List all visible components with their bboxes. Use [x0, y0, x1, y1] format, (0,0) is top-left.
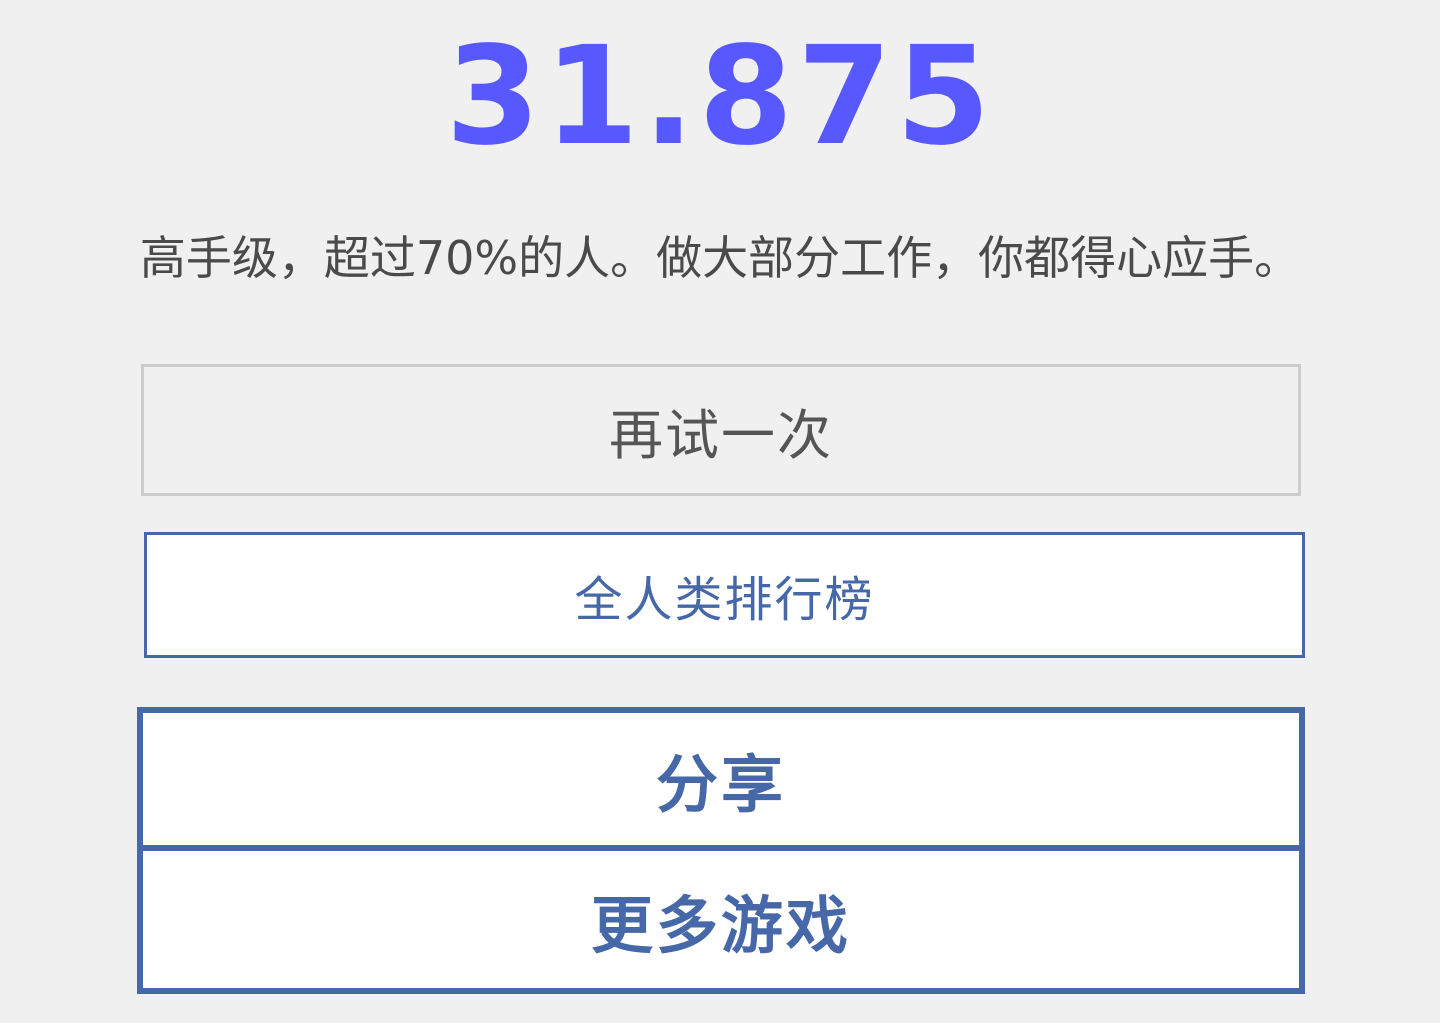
more-games-button[interactable]: 更多游戏: [143, 851, 1299, 988]
leaderboard-button[interactable]: 全人类排行榜: [144, 532, 1305, 658]
score-value: 31.875: [445, 18, 995, 176]
share-more-group: 分享 更多游戏: [137, 707, 1305, 994]
leaderboard-button-label: 全人类排行榜: [574, 572, 875, 628]
result-page: 31.875 高手级，超过70%的人。做大部分工作，你都得心应手。 再试一次 全…: [0, 0, 1440, 1023]
more-games-button-label: 更多游戏: [590, 888, 851, 962]
retry-button-label: 再试一次: [609, 403, 833, 467]
retry-button[interactable]: 再试一次: [141, 364, 1301, 496]
share-button[interactable]: 分享: [143, 713, 1299, 851]
share-button-label: 分享: [655, 748, 786, 821]
result-description: 高手级，超过70%的人。做大部分工作，你都得心应手。: [139, 231, 1301, 285]
